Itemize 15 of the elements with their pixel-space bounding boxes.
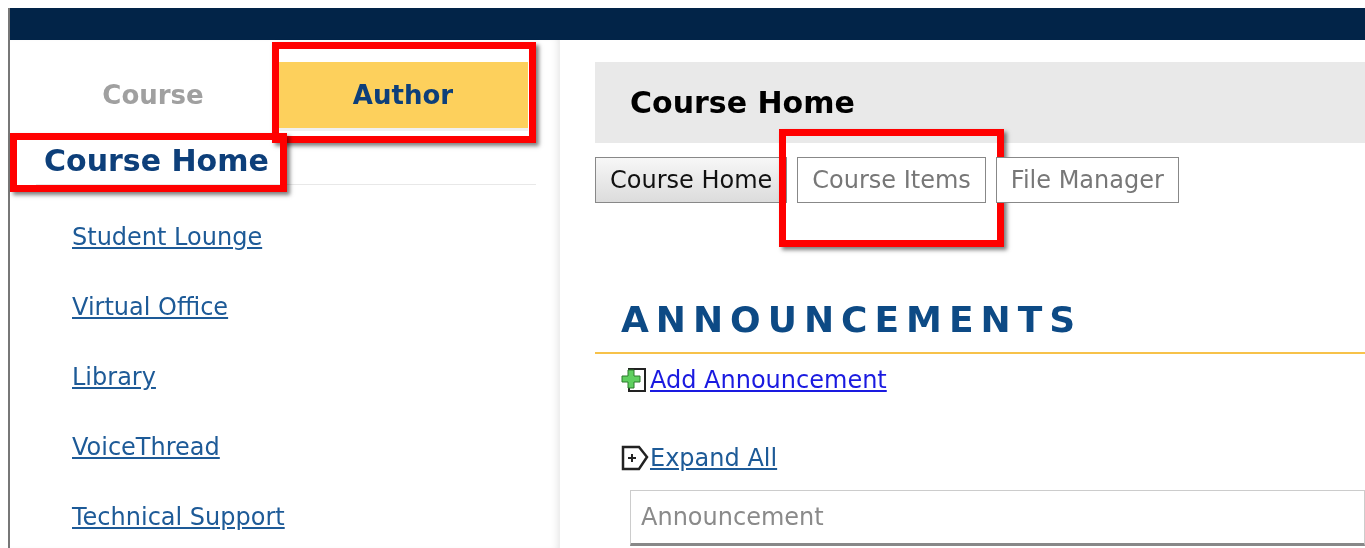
sub-tab[interactable]: Course Items	[797, 157, 986, 203]
nav-link[interactable]: VoiceThread	[72, 433, 220, 461]
action-link[interactable]: Add Announcement	[650, 366, 887, 394]
nav-link[interactable]: Student Lounge	[72, 223, 263, 251]
section-heading: Course Home	[44, 143, 269, 178]
sub-tab[interactable]: File Manager	[995, 157, 1179, 203]
mode-tab[interactable]: Author	[278, 62, 528, 131]
column-header: Announcement	[641, 503, 824, 531]
section-title: ANNOUNCEMENTS	[595, 299, 1365, 354]
action-link[interactable]: Expand All	[650, 444, 778, 472]
nav-link[interactable]: Virtual Office	[72, 293, 229, 321]
nav-link[interactable]: Technical Support	[72, 503, 285, 531]
nav-link[interactable]: Library	[72, 363, 156, 391]
expand-document-icon	[620, 444, 650, 472]
page-title: Course Home	[630, 85, 855, 120]
